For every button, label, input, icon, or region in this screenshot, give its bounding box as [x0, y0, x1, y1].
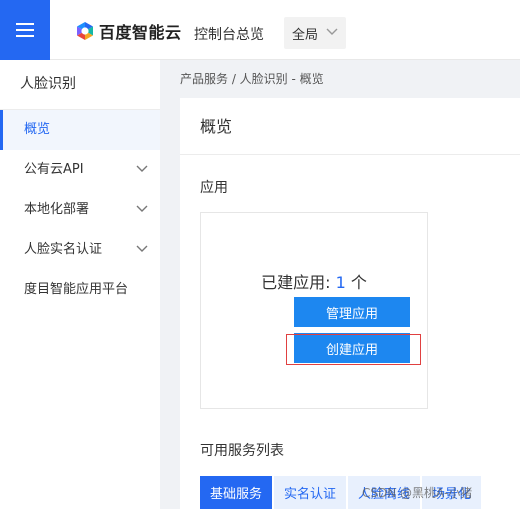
page-title: 概览 — [180, 98, 520, 155]
create-app-highlight — [286, 334, 421, 365]
apps-section-label: 应用 — [200, 180, 228, 196]
manage-apps-button[interactable]: 管理应用 — [294, 297, 410, 327]
created-apps-suffix: 个 — [345, 273, 367, 292]
sidebar-item-local-deployment[interactable]: 本地化部署 — [0, 190, 160, 230]
chevron-down-icon — [136, 205, 148, 212]
created-apps-count: 已建应用: 1 个 — [201, 269, 427, 293]
cloud-logo-icon — [77, 22, 93, 40]
brand-logo[interactable]: 百度智能云 — [75, 20, 182, 42]
sidebar: 人脸识别 概览 公有云API 本地化部署 人脸实名认证 度目智能应用平台 — [0, 60, 160, 509]
tab-basic-services[interactable]: 基础服务 — [200, 476, 273, 509]
sidebar-item-label: 人脸实名认证 — [24, 242, 103, 257]
sidebar-item-overview[interactable]: 概览 — [0, 110, 160, 150]
created-apps-number: 1 — [335, 273, 346, 292]
sidebar-item-public-cloud-api[interactable]: 公有云API — [0, 150, 160, 190]
apps-card: 已建应用: 1 个 管理应用 创建应用 — [200, 212, 428, 409]
region-value: 全局 — [292, 27, 319, 43]
region-select[interactable]: 全局 — [284, 17, 346, 49]
sidebar-item-label: 度目智能应用平台 — [24, 282, 129, 297]
sidebar-item-label: 公有云API — [24, 162, 84, 177]
overview-panel: 概览 应用 已建应用: 1 个 管理应用 创建应用 可用服务列表 基础服务 实名… — [180, 98, 520, 509]
chevron-down-icon — [136, 165, 148, 172]
breadcrumb: 产品服务 / 人脸识别 - 概览 — [180, 72, 324, 86]
services-section-label: 可用服务列表 — [200, 443, 284, 459]
console-overview-link[interactable]: 控制台总览 — [194, 24, 264, 44]
chevron-down-icon — [136, 245, 148, 252]
sidebar-item-label: 本地化部署 — [24, 202, 90, 217]
created-apps-prefix: 已建应用: — [261, 273, 336, 292]
brand-name: 百度智能云 — [99, 23, 182, 42]
hamburger-icon — [16, 23, 34, 37]
sidebar-item-label: 概览 — [24, 122, 51, 137]
csdn-watermark: CSDN @黑桃A-小猪 — [362, 486, 473, 500]
chevron-down-icon — [326, 28, 338, 35]
sidebar-item-dumu-platform[interactable]: 度目智能应用平台 — [0, 270, 160, 310]
tab-realname-auth[interactable]: 实名认证 — [274, 476, 347, 509]
sidebar-title: 人脸识别 — [0, 60, 160, 110]
menu-button[interactable] — [0, 0, 50, 60]
sidebar-item-face-realname-auth[interactable]: 人脸实名认证 — [0, 230, 160, 270]
top-navigation-bar: 百度智能云 控制台总览 全局 — [0, 0, 520, 60]
